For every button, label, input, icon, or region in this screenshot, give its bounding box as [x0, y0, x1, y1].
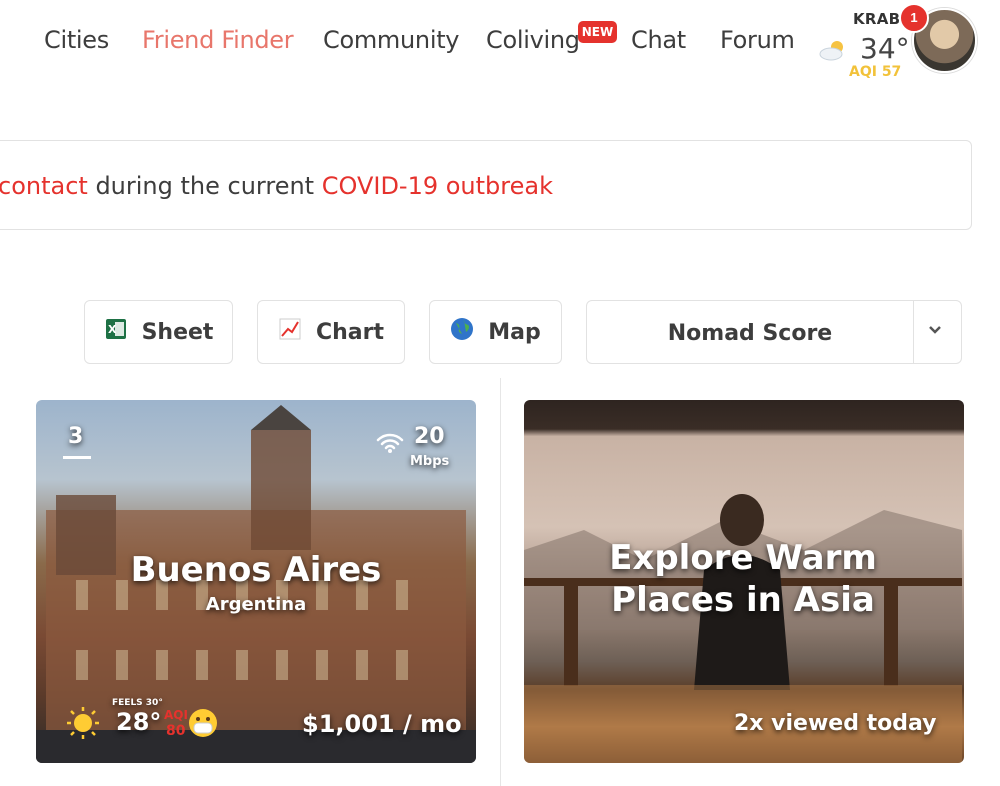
weather-temp: 34°	[860, 32, 910, 65]
mask-face-icon	[188, 708, 218, 743]
column-divider	[500, 378, 501, 786]
city-name: Buenos Aires	[130, 550, 382, 590]
new-badge: NEW	[578, 21, 617, 43]
card-temp: 28°	[116, 708, 162, 736]
rank-underline	[63, 456, 91, 459]
views-count: 2x viewed today	[734, 711, 937, 736]
wifi-icon	[376, 432, 404, 459]
chart-button[interactable]: Chart	[257, 300, 405, 364]
card-aqi-label: AQI	[164, 708, 188, 722]
promo-title-line1: Explore Warm	[609, 538, 877, 578]
sort-label: Nomad Score	[667, 321, 833, 346]
dropdown-divider	[913, 301, 914, 363]
country-name: Argentina	[205, 594, 307, 615]
monthly-cost: $1,001 / mo	[302, 710, 462, 738]
contact-link[interactable]: contact	[0, 172, 88, 200]
sun-icon	[66, 706, 100, 745]
map-label: Map	[488, 319, 541, 345]
weather-aqi: AQI 57	[849, 64, 902, 80]
nav-coliving[interactable]: Coliving	[486, 26, 580, 54]
city-rank: 3	[68, 424, 84, 449]
explore-asia-card[interactable]: Explore Warm Places in Asia 2x viewed to…	[524, 400, 964, 763]
chevron-down-icon[interactable]	[927, 319, 943, 343]
sheet-label: Sheet	[141, 319, 214, 345]
sheet-button[interactable]: X Sheet	[84, 300, 233, 364]
nav-friend-finder[interactable]: Friend Finder	[142, 26, 294, 54]
banner-middle-text: during the current	[87, 172, 322, 200]
city-card-buenos-aires[interactable]: 3 20 Mbps Buenos Aires Argentina FEELS 3…	[36, 400, 476, 763]
banner-text: contact during the current COVID-19 outb…	[0, 172, 553, 200]
wifi-speed: 20	[414, 424, 445, 449]
nav-forum[interactable]: Forum	[720, 26, 795, 54]
feels-like: FEELS 30°	[112, 698, 163, 708]
spreadsheet-icon: X	[104, 317, 128, 347]
covid-outbreak-link[interactable]: COVID-19 outbreak	[322, 172, 553, 200]
nav-community[interactable]: Community	[323, 26, 460, 54]
chart-icon	[278, 317, 302, 347]
promo-title-line2: Places in Asia	[611, 580, 875, 620]
card-aqi-value: 80	[166, 723, 186, 739]
nav-cities[interactable]: Cities	[44, 26, 109, 54]
wifi-unit: Mbps	[410, 454, 450, 469]
partly-cloudy-icon	[818, 38, 848, 62]
map-button[interactable]: Map	[429, 300, 562, 364]
notification-badge[interactable]: 1	[899, 3, 929, 33]
chart-label: Chart	[315, 319, 385, 345]
svg-text:X: X	[108, 323, 117, 336]
sort-dropdown[interactable]: Nomad Score	[586, 300, 962, 364]
nav-chat[interactable]: Chat	[631, 26, 686, 54]
globe-icon	[450, 317, 474, 347]
